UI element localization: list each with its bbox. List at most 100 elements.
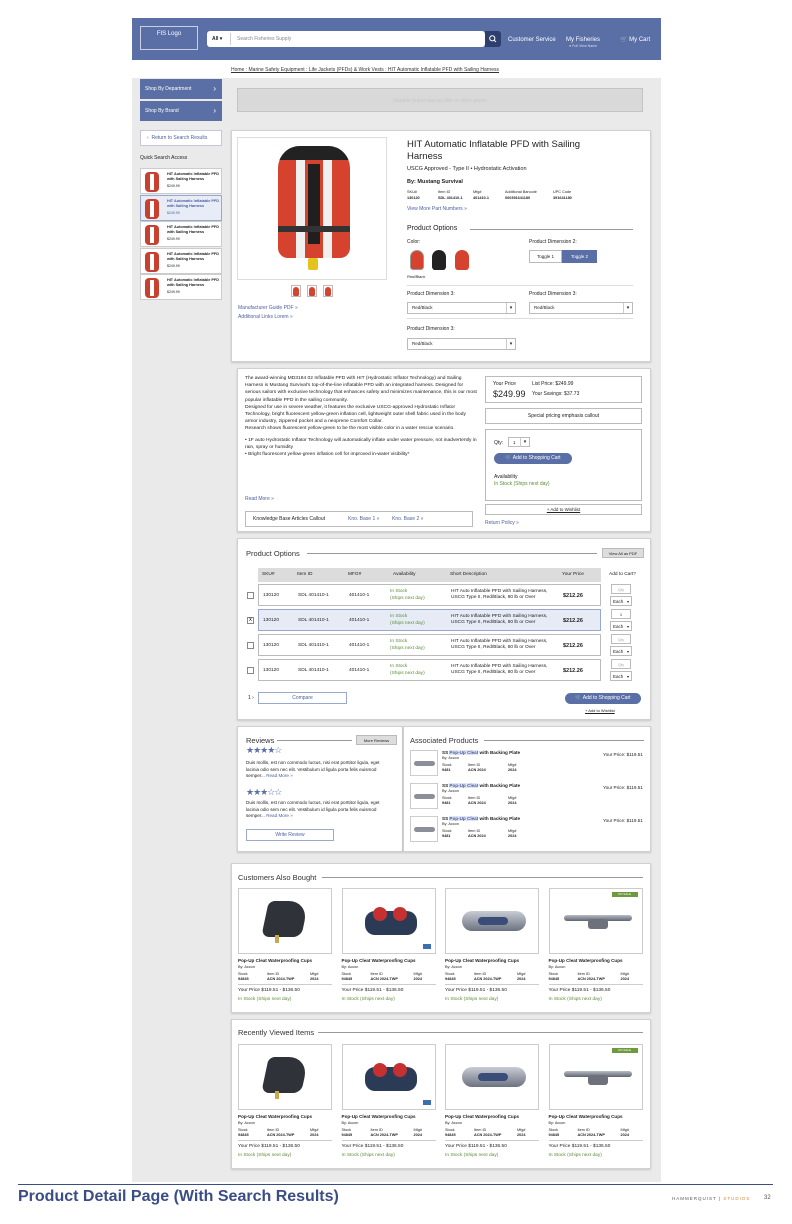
meta-value: 2024: [508, 834, 517, 838]
cell-item-id: SDL 401410-1: [298, 593, 329, 598]
associated-link[interactable]: Pop-Up Cleat: [449, 783, 479, 788]
color-swatch-black[interactable]: [432, 250, 446, 270]
product-card-image[interactable]: ON SALE: [548, 888, 643, 954]
kb-link-1[interactable]: Kno. Base 1 »: [348, 516, 379, 522]
product-subtitle: USCG Approved - Type II • Hydrostatic Ac…: [407, 166, 527, 172]
product-card-image[interactable]: [341, 888, 436, 954]
table-row[interactable]: 130120 SDL 401410-1 401410-1 In Stock (Ships…: [258, 584, 601, 606]
dimension3-select-c[interactable]: Red/Black: [407, 338, 516, 350]
product-card-image[interactable]: [445, 1044, 539, 1110]
meta-value: 2024: [620, 977, 629, 981]
associated-image[interactable]: [410, 816, 438, 842]
cleat-base: [587, 1075, 608, 1085]
card-divider: [238, 984, 332, 985]
customer-service-link[interactable]: Customer Service: [508, 36, 556, 44]
add-to-wishlist[interactable]: + Add to Wishlist: [485, 504, 642, 515]
dimension3-select-a[interactable]: Red/Black: [407, 302, 516, 314]
associated-image[interactable]: [410, 783, 438, 809]
manufacturer-guide-link[interactable]: Manufacturer Guide PDF »: [238, 305, 298, 311]
table-add-to-wishlist[interactable]: + Add to Wishlist: [585, 708, 615, 713]
row-checkbox[interactable]: x: [247, 617, 254, 624]
table-row[interactable]: 130120 SDL 401410-1 401410-1 In Stock (Ships…: [258, 659, 601, 681]
associated-price: Your Price: $119.51: [603, 785, 643, 790]
qty-select[interactable]: 1: [508, 437, 530, 447]
qty-input[interactable]: Qty: [611, 584, 631, 594]
main-product-image[interactable]: [237, 137, 387, 280]
return-to-search-button[interactable]: ‹ Return to Search Results: [140, 130, 222, 146]
color-swatch-red-2[interactable]: [455, 250, 469, 270]
product-card-title[interactable]: Pop-Up Cleat Waterproofing Cups: [445, 1114, 519, 1119]
read-more-link[interactable]: Read More »: [245, 496, 274, 502]
table-row[interactable]: 130120 SDL 401410-1 401410-1 In Stock (Ships…: [258, 609, 601, 631]
row-checkbox[interactable]: [247, 592, 254, 599]
view-all-pdf-button[interactable]: View All as PDF: [602, 548, 644, 558]
product-card-image[interactable]: [238, 1044, 332, 1110]
associated-link[interactable]: Pop-Up Cleat: [449, 750, 479, 755]
col-availability: Availability: [393, 572, 416, 577]
qty-input[interactable]: Qty: [611, 634, 631, 644]
more-reviews-button[interactable]: More Reviews: [356, 735, 397, 745]
row-checkbox[interactable]: [247, 667, 254, 674]
unit-select[interactable]: Each: [610, 646, 632, 656]
quick-search-item[interactable]: HIT Automatic Inflatable PFD with Sailin…: [140, 221, 222, 247]
quick-search-item[interactable]: HIT Automatic Inflatable PFD with Sailin…: [140, 168, 222, 194]
quick-search-item[interactable]: HIT Automatic Inflatable PFD with Sailin…: [140, 194, 222, 221]
image-thumb-1[interactable]: [291, 285, 301, 297]
my-fisheries-link[interactable]: My Fisheries: [566, 36, 600, 44]
cell-ships: (Ships next day): [390, 671, 425, 676]
qty-input[interactable]: 1: [611, 609, 631, 619]
product-card-title[interactable]: Pop-Up Cleat Waterproofing Cups: [549, 1114, 623, 1119]
product-image: [343, 889, 435, 953]
search-input[interactable]: Search Fisheries Supply: [237, 31, 291, 47]
product-thumb: [145, 251, 159, 272]
product-card-title[interactable]: Pop-Up Cleat Waterproofing Cups: [238, 1114, 312, 1119]
cart-icon: 🛒: [620, 37, 628, 43]
quick-search-item[interactable]: HIT Automatic Inflatable PFD with Sailin…: [140, 247, 222, 274]
toggle-1[interactable]: Toggle 1: [529, 250, 562, 263]
row-checkbox[interactable]: [247, 642, 254, 649]
associated-link[interactable]: Pop-Up Cleat: [449, 816, 479, 821]
unit-select[interactable]: Each: [610, 621, 632, 631]
qty-input[interactable]: Qty: [611, 659, 631, 669]
cart-link[interactable]: 🛒 My Cart: [620, 36, 650, 44]
site-logo[interactable]: FIS Logo: [140, 26, 198, 50]
cleat-cup: [261, 901, 309, 937]
cell-sku: 130120: [263, 593, 280, 598]
add-to-cart-button[interactable]: 🛒 Add to Shopping Cart: [494, 453, 572, 464]
associated-image[interactable]: [410, 750, 438, 776]
compare-button[interactable]: Compare: [258, 692, 347, 704]
image-thumb-2[interactable]: [307, 285, 317, 297]
breadcrumb[interactable]: Home : Marine Safety Equipment : Life Ja…: [231, 67, 499, 73]
write-review-button[interactable]: Write Review: [246, 829, 334, 841]
quick-search-item[interactable]: HIT Automatic Inflatable PFD with Sailin…: [140, 274, 222, 300]
toggle-2[interactable]: Toggle 2: [562, 250, 597, 263]
unit-select[interactable]: Each: [610, 596, 632, 606]
add-selected-to-cart-button[interactable]: 🛒 Add to Shopping Cart: [565, 693, 641, 704]
search-scope-select[interactable]: All ▾: [209, 33, 231, 45]
kb-link-2[interactable]: Kno. Base 2 »: [392, 516, 423, 522]
product-card-title[interactable]: Pop-Up Cleat Waterproofing Cups: [342, 1114, 416, 1119]
product-card-image[interactable]: [341, 1044, 436, 1110]
shop-by-department[interactable]: › Shop By Department: [140, 79, 222, 99]
return-policy-link[interactable]: Return Policy »: [485, 520, 519, 526]
product-card-image[interactable]: ON SALE: [548, 1044, 643, 1110]
cell-mfg: 401410-1: [349, 593, 370, 598]
table-row[interactable]: 130120 SDL 401410-1 401410-1 In Stock (Ships…: [258, 634, 601, 656]
search-button[interactable]: [485, 31, 501, 47]
shop-by-brand[interactable]: › Shop By Brand: [140, 101, 222, 121]
product-card-image[interactable]: [445, 888, 539, 954]
dimension3-select-b[interactable]: Red/Black: [529, 302, 633, 314]
product-card-image[interactable]: [238, 888, 332, 954]
product-card-title[interactable]: Pop-Up Cleat Waterproofing Cups: [238, 958, 312, 963]
product-card-title[interactable]: Pop-Up Cleat Waterproofing Cups: [445, 958, 519, 963]
product-card-title[interactable]: Pop-Up Cleat Waterproofing Cups: [549, 958, 623, 963]
review-read-more-1[interactable]: Read More: [266, 773, 289, 778]
image-thumb-3[interactable]: [323, 285, 333, 297]
promo-banner[interactable]: Variable brand special offer or other pr…: [237, 88, 643, 112]
product-card-title[interactable]: Pop-Up Cleat Waterproofing Cups: [342, 958, 416, 963]
review-read-more-2[interactable]: Read More: [266, 813, 289, 818]
color-swatch-red[interactable]: [410, 250, 424, 270]
view-more-part-numbers[interactable]: View More Part Numbers »: [407, 206, 467, 212]
additional-links[interactable]: Additional Links Lorem »: [238, 314, 293, 320]
unit-select[interactable]: Each: [610, 671, 632, 681]
